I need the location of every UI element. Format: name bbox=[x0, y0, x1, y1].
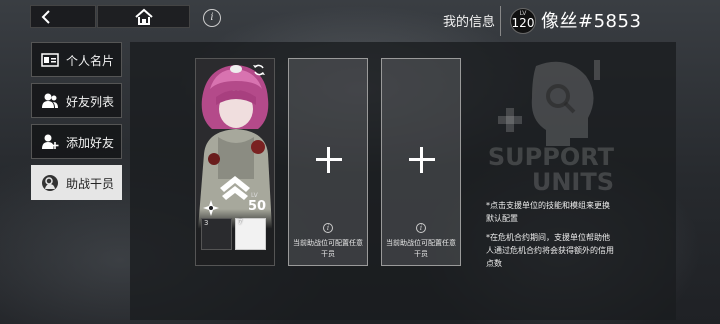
support-units-watermark: SUPPORT UNITS bbox=[478, 145, 614, 195]
sidebar-item-label: 好友列表 bbox=[66, 95, 115, 109]
sidebar-item-friends[interactable]: 好友列表 bbox=[31, 83, 122, 118]
sidebar-item-business-card[interactable]: 个人名片 bbox=[31, 42, 122, 77]
class-icon bbox=[203, 200, 219, 216]
back-button[interactable] bbox=[30, 5, 96, 28]
sidebar-item-label: 个人名片 bbox=[66, 54, 115, 68]
back-arrow-icon bbox=[41, 10, 50, 24]
skill-slot-2[interactable]: 7 bbox=[235, 218, 266, 250]
info-icon[interactable]: i bbox=[203, 9, 221, 27]
home-icon bbox=[135, 8, 153, 25]
note-2: *在危机合约期间，支援单位帮助他人通过危机合约将会获得额外的信用点数 bbox=[486, 233, 614, 268]
skill-slot-1[interactable]: 3 bbox=[201, 218, 232, 250]
note-1: *点击支援单位的技能和模组来更换默认配置 bbox=[486, 201, 610, 223]
info-icon: i bbox=[323, 223, 333, 233]
empty-slot-text: 当前助战位可配置任意干员 bbox=[386, 239, 456, 258]
sidebar-item-label: 添加好友 bbox=[66, 136, 115, 150]
add-operator-icon bbox=[409, 147, 435, 173]
swap-icon[interactable] bbox=[252, 63, 266, 77]
my-info-label[interactable]: 我的信息 bbox=[443, 11, 495, 30]
friends-icon bbox=[42, 93, 58, 108]
header-divider bbox=[500, 6, 501, 36]
support-units-line1: SUPPORT bbox=[487, 143, 614, 171]
support-slot-empty-3[interactable]: i 当前助战位可配置任意干员 bbox=[381, 58, 461, 266]
elite-rank-icon bbox=[220, 176, 250, 200]
support-notes: *点击支援单位的技能和模组来更换默认配置 *在危机合约期间，支援单位帮助他人通过… bbox=[486, 199, 616, 276]
operator-level-value: 50 bbox=[248, 199, 267, 214]
sidebar-item-add-friend[interactable]: 添加好友 bbox=[31, 124, 122, 159]
sidebar-item-label: 助战干员 bbox=[66, 177, 115, 191]
skill-2-level: 7 bbox=[238, 218, 243, 226]
username: 像丝#5853 bbox=[541, 11, 642, 32]
player-level-value: 120 bbox=[511, 16, 535, 30]
sidebar-item-support-operators[interactable]: 助战干员 bbox=[31, 165, 122, 200]
top-bar: i 我的信息 LV 120 像丝#5853 bbox=[0, 0, 720, 40]
operator-level-label: LV bbox=[251, 192, 258, 199]
add-operator-icon bbox=[316, 147, 342, 173]
add-friend-icon bbox=[42, 134, 59, 149]
info-icon: i bbox=[416, 223, 426, 233]
home-button[interactable] bbox=[97, 5, 190, 28]
support-operator-icon bbox=[42, 175, 58, 191]
sidebar: 个人名片 好友列表 添加好友 助战干员 bbox=[31, 42, 122, 206]
support-slot-empty-2[interactable]: i 当前助战位可配置任意干员 bbox=[288, 58, 368, 266]
player-level-badge: LV 120 bbox=[510, 8, 536, 34]
empty-slot-text: 当前助战位可配置任意干员 bbox=[293, 239, 363, 258]
support-units-line2: UNITS bbox=[531, 168, 614, 196]
skill-1-level: 3 bbox=[204, 219, 209, 227]
id-card-icon bbox=[41, 53, 59, 67]
